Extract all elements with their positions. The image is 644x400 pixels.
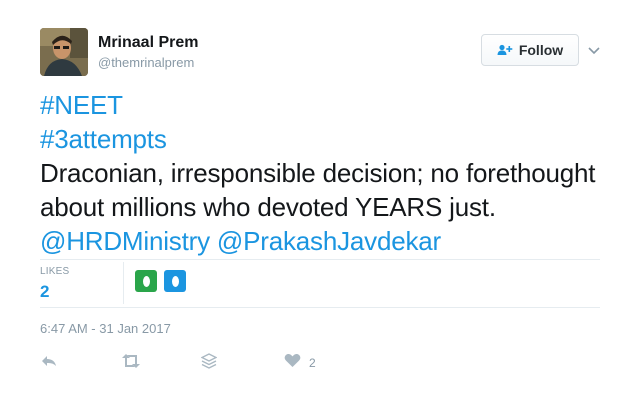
retweet-icon: [120, 353, 142, 374]
likes-count[interactable]: 2: [40, 282, 49, 302]
avatar[interactable]: [40, 28, 88, 76]
chevron-down-icon[interactable]: [586, 42, 602, 58]
follow-button[interactable]: Follow: [481, 34, 579, 66]
divider: [40, 307, 600, 308]
liker-avatar[interactable]: [164, 270, 186, 292]
like-button[interactable]: 2: [284, 353, 316, 373]
tweet-text-line: Draconian, irresponsible decision; no fo…: [40, 158, 596, 188]
like-count: 2: [309, 356, 316, 370]
tweet-text: #NEET #3attempts Draconian, irresponsibl…: [40, 88, 630, 258]
hashtag-link[interactable]: #3attempts: [40, 124, 167, 154]
reply-button[interactable]: [40, 354, 58, 372]
more-button[interactable]: [200, 352, 218, 374]
tweet-timestamp[interactable]: 6:47 AM - 31 Jan 2017: [40, 321, 171, 336]
divider: [40, 259, 600, 260]
hashtag-link[interactable]: #NEET: [40, 90, 123, 120]
avatar-photo: [40, 28, 88, 76]
retweet-button[interactable]: [120, 353, 142, 374]
author-handle[interactable]: @themrinalprem: [98, 55, 194, 70]
heart-icon: [284, 353, 301, 373]
tweet-card: Mrinaal Prem @themrinalprem Follow #NEET…: [0, 0, 644, 400]
reply-icon: [40, 353, 58, 374]
add-user-icon: [497, 44, 513, 56]
mention-link[interactable]: @HRDMinistry: [40, 226, 210, 256]
stats-separator: [123, 262, 124, 304]
default-egg-icon: [171, 275, 179, 287]
follow-button-label: Follow: [518, 42, 564, 58]
tweet-text-line: about millions who devoted YEARS just.: [40, 192, 496, 222]
liker-avatar[interactable]: [135, 270, 157, 292]
layers-icon: [200, 352, 218, 374]
mention-link[interactable]: @PrakashJavdekar: [217, 226, 441, 256]
likes-label: LIKES: [40, 266, 70, 277]
author-name[interactable]: Mrinaal Prem: [98, 34, 198, 52]
default-egg-icon: [142, 275, 150, 287]
